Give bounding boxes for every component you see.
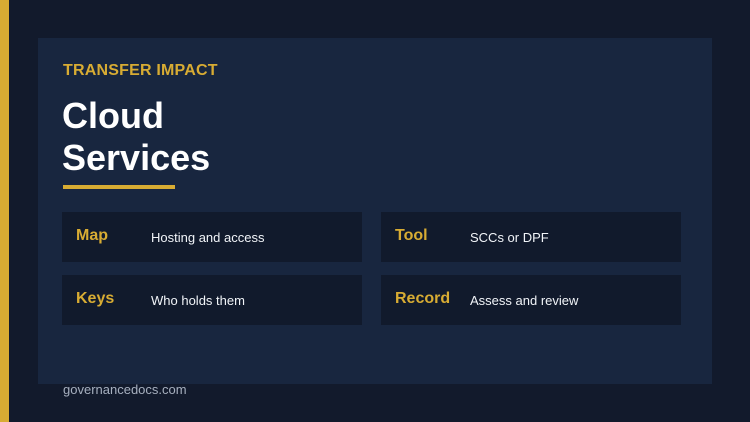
info-card-map: Map Hosting and access — [62, 212, 362, 262]
info-card-record-value: Assess and review — [470, 293, 579, 308]
info-card-map-label: Map — [76, 227, 108, 244]
slide-title-line-1: Cloud — [62, 95, 164, 136]
left-accent-bar — [0, 0, 9, 422]
info-card-tool-value: SCCs or DPF — [470, 230, 549, 245]
section-eyebrow: TRANSFER IMPACT — [63, 62, 218, 79]
slide-title-line-2: Services — [62, 137, 211, 178]
info-card-map-value: Hosting and access — [151, 230, 265, 245]
info-card-tool-label: Tool — [395, 227, 428, 244]
content-panel: TRANSFER IMPACT Cloud Services Map Hosti… — [38, 38, 712, 384]
info-card-record-label: Record — [395, 290, 451, 307]
info-card-keys-value: Who holds them — [151, 293, 245, 308]
title-underline — [63, 185, 175, 189]
info-card-record: Record Assess and review — [381, 275, 681, 325]
info-card-tool: Tool SCCs or DPF — [381, 212, 681, 262]
info-card-keys-label: Keys — [76, 290, 115, 307]
slide-title: Cloud Services — [62, 95, 322, 179]
info-card-keys: Keys Who holds them — [62, 275, 362, 325]
footer-website: governancedocs.com — [63, 382, 187, 397]
slide: TRANSFER IMPACT Cloud Services Map Hosti… — [0, 0, 750, 422]
